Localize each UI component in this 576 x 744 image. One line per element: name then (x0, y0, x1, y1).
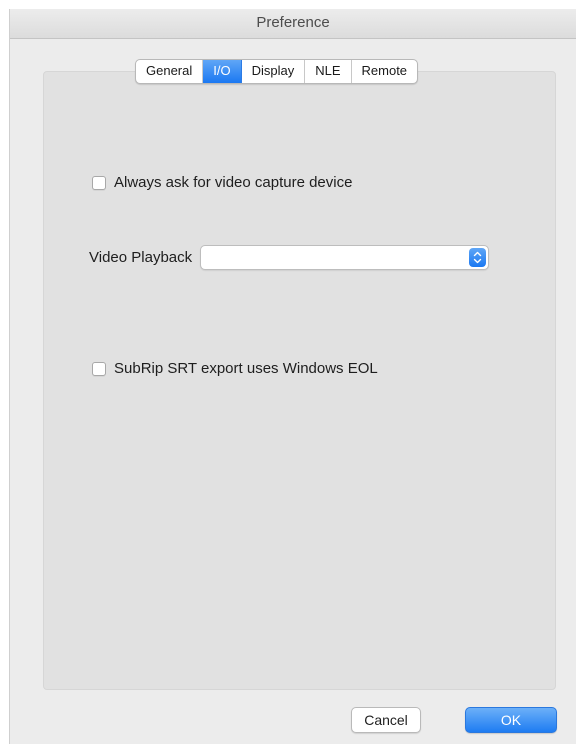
tab-nle[interactable]: NLE (305, 60, 352, 83)
always-ask-capture-label: Always ask for video capture device (114, 174, 353, 191)
srt-windows-eol-row[interactable]: SubRip SRT export uses Windows EOL (92, 360, 378, 377)
tab-bar: General I/O Display NLE Remote (135, 59, 419, 84)
tab-general[interactable]: General (136, 60, 204, 83)
preference-window: Preference General I/O Display NLE Remot… (9, 9, 576, 744)
tab-display[interactable]: Display (242, 60, 306, 83)
srt-windows-eol-label: SubRip SRT export uses Windows EOL (114, 360, 378, 377)
video-playback-row: Video Playback (89, 245, 490, 270)
tab-remote[interactable]: Remote (352, 60, 418, 83)
video-playback-label: Video Playback (89, 249, 193, 266)
cancel-button[interactable]: Cancel (351, 707, 421, 733)
chevron-up-down-icon (469, 248, 487, 267)
window-title: Preference (10, 9, 576, 39)
ok-button[interactable]: OK (465, 707, 557, 733)
tab-io[interactable]: I/O (203, 60, 242, 83)
always-ask-capture-checkbox[interactable] (92, 175, 106, 190)
tab-panel (43, 71, 556, 690)
srt-windows-eol-checkbox[interactable] (92, 361, 106, 376)
always-ask-capture-row[interactable]: Always ask for video capture device (92, 174, 352, 191)
video-playback-select[interactable] (200, 245, 490, 270)
